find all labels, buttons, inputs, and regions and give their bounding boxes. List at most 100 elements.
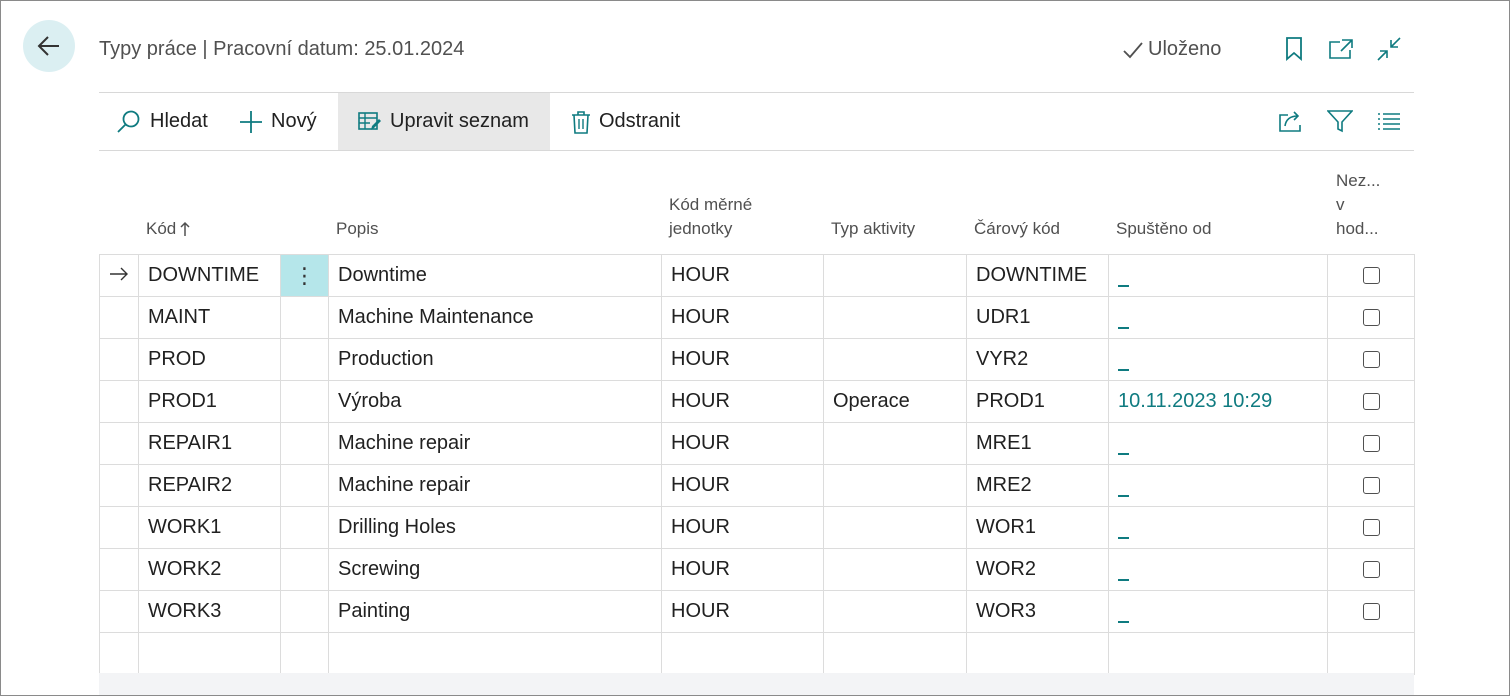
row-code[interactable]: WORK1 (138, 506, 281, 549)
row-blocked-checkbox[interactable] (1362, 603, 1380, 621)
row-actions-menu[interactable] (280, 296, 329, 339)
row-blocked-checkbox[interactable] (1362, 351, 1380, 369)
row-activity-type[interactable] (823, 338, 967, 381)
row-blocked-checkbox[interactable] (1362, 519, 1380, 537)
row-code[interactable]: PROD1 (138, 380, 281, 423)
row-actions-menu[interactable] (280, 380, 329, 423)
row-started-cell[interactable] (1108, 506, 1328, 549)
row-barcode[interactable]: PROD1 (966, 380, 1109, 423)
row-description[interactable]: Screwing (328, 548, 662, 591)
row-blocked-cell[interactable] (1327, 338, 1415, 381)
row-activity-type[interactable] (823, 422, 967, 465)
table-row[interactable]: WORK1 Drilling Holes HOUR WOR1 (99, 506, 1415, 549)
new-button[interactable]: Nový (239, 93, 317, 150)
row-barcode[interactable]: VYR2 (966, 338, 1109, 381)
filter-button[interactable] (1326, 107, 1354, 135)
row-activity-type[interactable] (823, 548, 967, 591)
row-description[interactable]: Painting (328, 590, 662, 633)
bookmark-button[interactable] (1281, 36, 1307, 62)
share-button[interactable] (1277, 107, 1305, 135)
row-blocked-cell[interactable] (1327, 296, 1415, 339)
row-started-from-empty[interactable] (1118, 495, 1129, 497)
row-code[interactable]: WORK3 (138, 590, 281, 633)
table-row[interactable]: MAINT Machine Maintenance HOUR UDR1 (99, 296, 1415, 339)
row-started-from-empty[interactable] (1118, 537, 1129, 539)
row-barcode[interactable]: UDR1 (966, 296, 1109, 339)
column-header-description[interactable]: Popis (336, 217, 379, 241)
list-view-button[interactable] (1375, 107, 1403, 135)
row-actions-menu[interactable] (280, 548, 329, 591)
row-blocked-cell[interactable] (1327, 380, 1415, 423)
row-code[interactable]: REPAIR1 (138, 422, 281, 465)
row-description[interactable]: Drilling Holes (328, 506, 662, 549)
row-barcode[interactable]: WOR3 (966, 590, 1109, 633)
column-header-barcode[interactable]: Čárový kód (974, 217, 1060, 241)
row-blocked-checkbox[interactable] (1362, 477, 1380, 495)
row-code[interactable]: MAINT (138, 296, 281, 339)
row-barcode[interactable]: MRE1 (966, 422, 1109, 465)
row-description[interactable]: Machine repair (328, 422, 662, 465)
back-button[interactable] (23, 20, 75, 72)
row-started-cell[interactable] (1108, 338, 1328, 381)
collapse-button[interactable] (1376, 36, 1402, 62)
search-button[interactable]: Hledat (116, 93, 208, 150)
row-actions-menu[interactable] (280, 338, 329, 381)
row-started-cell[interactable] (1108, 422, 1328, 465)
row-code[interactable]: PROD (138, 338, 281, 381)
column-header-uom[interactable]: Kód měrné jednotky (669, 193, 752, 241)
row-started-from-empty[interactable] (1118, 621, 1129, 623)
row-blocked-checkbox[interactable] (1362, 435, 1380, 453)
row-started-cell[interactable] (1108, 296, 1328, 339)
row-started-from-empty[interactable] (1118, 453, 1129, 455)
row-uom[interactable]: HOUR (661, 338, 824, 381)
row-activity-type[interactable] (823, 464, 967, 507)
row-description[interactable]: Downtime (328, 254, 662, 297)
row-uom[interactable]: HOUR (661, 380, 824, 423)
row-started-from[interactable]: 10.11.2023 10:29 (1118, 390, 1272, 412)
row-code[interactable]: REPAIR2 (138, 464, 281, 507)
row-started-from-empty[interactable] (1118, 327, 1129, 329)
row-blocked-cell[interactable] (1327, 548, 1415, 591)
row-started-from-empty[interactable] (1118, 369, 1129, 371)
row-uom[interactable]: HOUR (661, 464, 824, 507)
row-blocked-cell[interactable] (1327, 590, 1415, 633)
delete-button[interactable]: Odstranit (571, 93, 680, 150)
edit-list-button[interactable]: Upravit seznam (338, 93, 550, 150)
table-row[interactable]: DOWNTIME ⋮ Downtime HOUR DOWNTIME (99, 254, 1415, 297)
column-header-started-from[interactable]: Spuštěno od (1116, 217, 1211, 241)
row-barcode[interactable]: WOR1 (966, 506, 1109, 549)
row-blocked-checkbox[interactable] (1362, 309, 1380, 327)
row-started-cell[interactable] (1108, 464, 1328, 507)
open-new-window-button[interactable] (1328, 36, 1354, 62)
row-description[interactable]: Machine Maintenance (328, 296, 662, 339)
row-blocked-cell[interactable] (1327, 254, 1415, 297)
row-actions-menu[interactable] (280, 464, 329, 507)
column-header-blocked[interactable]: Nez... v hod... (1336, 169, 1380, 241)
row-barcode[interactable]: WOR2 (966, 548, 1109, 591)
row-blocked-checkbox[interactable] (1362, 393, 1380, 411)
row-started-cell[interactable] (1108, 548, 1328, 591)
row-uom[interactable]: HOUR (661, 422, 824, 465)
row-description[interactable]: Machine repair (328, 464, 662, 507)
row-description[interactable]: Production (328, 338, 662, 381)
row-barcode[interactable]: DOWNTIME (966, 254, 1109, 297)
row-actions-menu[interactable] (280, 590, 329, 633)
column-header-activity-type[interactable]: Typ aktivity (831, 217, 915, 241)
row-activity-type[interactable] (823, 254, 967, 297)
row-uom[interactable]: HOUR (661, 254, 824, 297)
row-uom[interactable]: HOUR (661, 296, 824, 339)
row-started-from-empty[interactable] (1118, 285, 1129, 287)
row-blocked-cell[interactable] (1327, 422, 1415, 465)
row-activity-type[interactable]: Operace (823, 380, 967, 423)
table-row[interactable]: REPAIR1 Machine repair HOUR MRE1 (99, 422, 1415, 465)
table-row[interactable]: WORK2 Screwing HOUR WOR2 (99, 548, 1415, 591)
row-barcode[interactable]: MRE2 (966, 464, 1109, 507)
row-code[interactable]: WORK2 (138, 548, 281, 591)
row-uom[interactable]: HOUR (661, 590, 824, 633)
row-blocked-checkbox[interactable] (1362, 561, 1380, 579)
table-row[interactable]: REPAIR2 Machine repair HOUR MRE2 (99, 464, 1415, 507)
column-header-code[interactable]: Kód (146, 217, 190, 241)
row-blocked-checkbox[interactable] (1362, 267, 1380, 285)
row-blocked-cell[interactable] (1327, 506, 1415, 549)
row-started-cell[interactable]: 10.11.2023 10:29 (1108, 380, 1328, 423)
